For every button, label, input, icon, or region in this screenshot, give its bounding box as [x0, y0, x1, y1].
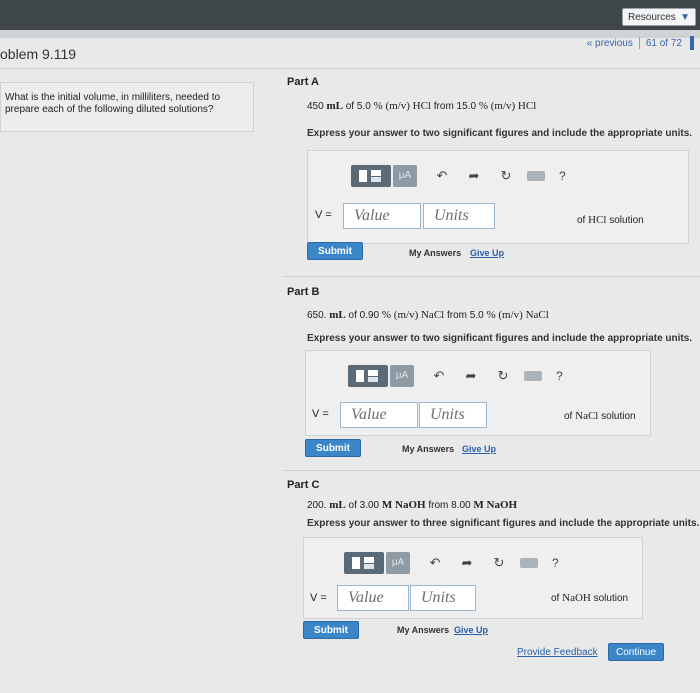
help-icon[interactable]: ? — [556, 369, 563, 383]
pager-divider — [638, 37, 640, 49]
template-icon[interactable] — [351, 165, 391, 187]
v-label: V = — [310, 592, 327, 604]
help-icon[interactable]: ? — [559, 169, 566, 183]
part-b-title: Part B — [287, 286, 320, 298]
divider — [283, 276, 700, 277]
part-a-instructions: Express your answer to two significant f… — [307, 128, 693, 139]
units-button[interactable]: μA — [393, 165, 417, 187]
units-button[interactable]: μA — [386, 552, 410, 574]
value-input[interactable]: Value — [337, 585, 409, 611]
units-input[interactable]: Units — [410, 585, 476, 611]
keyboard-icon[interactable] — [527, 171, 545, 181]
redo-icon[interactable]: ➦ — [464, 368, 478, 384]
give-up-link[interactable]: Give Up — [454, 625, 488, 635]
units-input[interactable]: Units — [423, 203, 495, 229]
undo-icon[interactable]: ↶ — [435, 168, 449, 184]
resources-dropdown[interactable]: Resources ▼ — [622, 8, 696, 26]
keyboard-icon[interactable] — [524, 371, 542, 381]
my-answers-link[interactable]: My Answers — [409, 248, 461, 258]
reset-icon[interactable]: ↻ — [492, 555, 506, 571]
value-input[interactable]: Value — [343, 203, 421, 229]
resources-label: Resources — [628, 12, 676, 23]
undo-icon[interactable]: ↶ — [428, 555, 442, 571]
divider — [283, 470, 700, 471]
give-up-link[interactable]: Give Up — [470, 248, 504, 258]
part-c-toolbar: μA ↶ ➦ ↻ ? — [344, 552, 559, 574]
my-answers-link[interactable]: My Answers — [402, 444, 454, 454]
my-answers-link[interactable]: My Answers — [397, 625, 449, 635]
solution-label: of NaOH solution — [551, 592, 629, 604]
redo-icon[interactable]: ➦ — [467, 168, 481, 184]
provide-feedback-link[interactable]: Provide Feedback — [517, 647, 598, 658]
submit-button[interactable]: Submit — [305, 439, 361, 457]
units-input[interactable]: Units — [419, 402, 487, 428]
problem-title: oblem 9.119 — [0, 46, 77, 62]
previous-link[interactable]: « previous — [587, 38, 633, 49]
continue-button[interactable]: Continue — [608, 643, 664, 661]
solution-label: of NaCl solution — [564, 410, 636, 422]
problem-position: 61 of 72 — [645, 37, 682, 49]
next-button[interactable] — [690, 36, 694, 50]
pager: « previous 61 of 72 — [587, 36, 694, 50]
part-a-title: Part A — [287, 76, 319, 88]
give-up-link[interactable]: Give Up — [462, 444, 496, 454]
template-icon[interactable] — [344, 552, 384, 574]
help-icon[interactable]: ? — [552, 556, 559, 570]
undo-icon[interactable]: ↶ — [432, 368, 446, 384]
part-b-prompt: 650. mL of 0.90 % (m/v) NaCl from 5.0 % … — [307, 309, 549, 321]
part-b-instructions: Express your answer to two significant f… — [307, 333, 693, 344]
redo-icon[interactable]: ➦ — [460, 555, 474, 571]
template-icon[interactable] — [348, 365, 388, 387]
part-a-toolbar: μA ↶ ➦ ↻ ? — [351, 165, 566, 187]
chevron-down-icon: ▼ — [680, 12, 690, 23]
part-c-title: Part C — [287, 479, 320, 491]
units-button[interactable]: μA — [390, 365, 414, 387]
reset-icon[interactable]: ↻ — [499, 168, 513, 184]
keyboard-icon[interactable] — [520, 558, 538, 568]
part-c-instructions: Express your answer to three significant… — [307, 518, 700, 529]
submit-button[interactable]: Submit — [307, 242, 363, 260]
part-b-toolbar: μA ↶ ➦ ↻ ? — [348, 365, 563, 387]
divider — [0, 68, 700, 69]
v-label: V = — [312, 408, 329, 420]
question-text: What is the initial volume, in millilite… — [0, 82, 254, 132]
part-a-prompt: 450 mL of 5.0 % (m/v) HCl from 15.0 % (m… — [307, 100, 537, 112]
top-bar — [0, 0, 700, 34]
submit-button[interactable]: Submit — [303, 621, 359, 639]
v-label: V = — [315, 209, 332, 221]
reset-icon[interactable]: ↻ — [496, 368, 510, 384]
solution-label: of HCl solution — [577, 214, 644, 226]
value-input[interactable]: Value — [340, 402, 418, 428]
part-c-prompt: 200. mL of 3.00 M NaOH from 8.00 M NaOH — [307, 499, 518, 511]
